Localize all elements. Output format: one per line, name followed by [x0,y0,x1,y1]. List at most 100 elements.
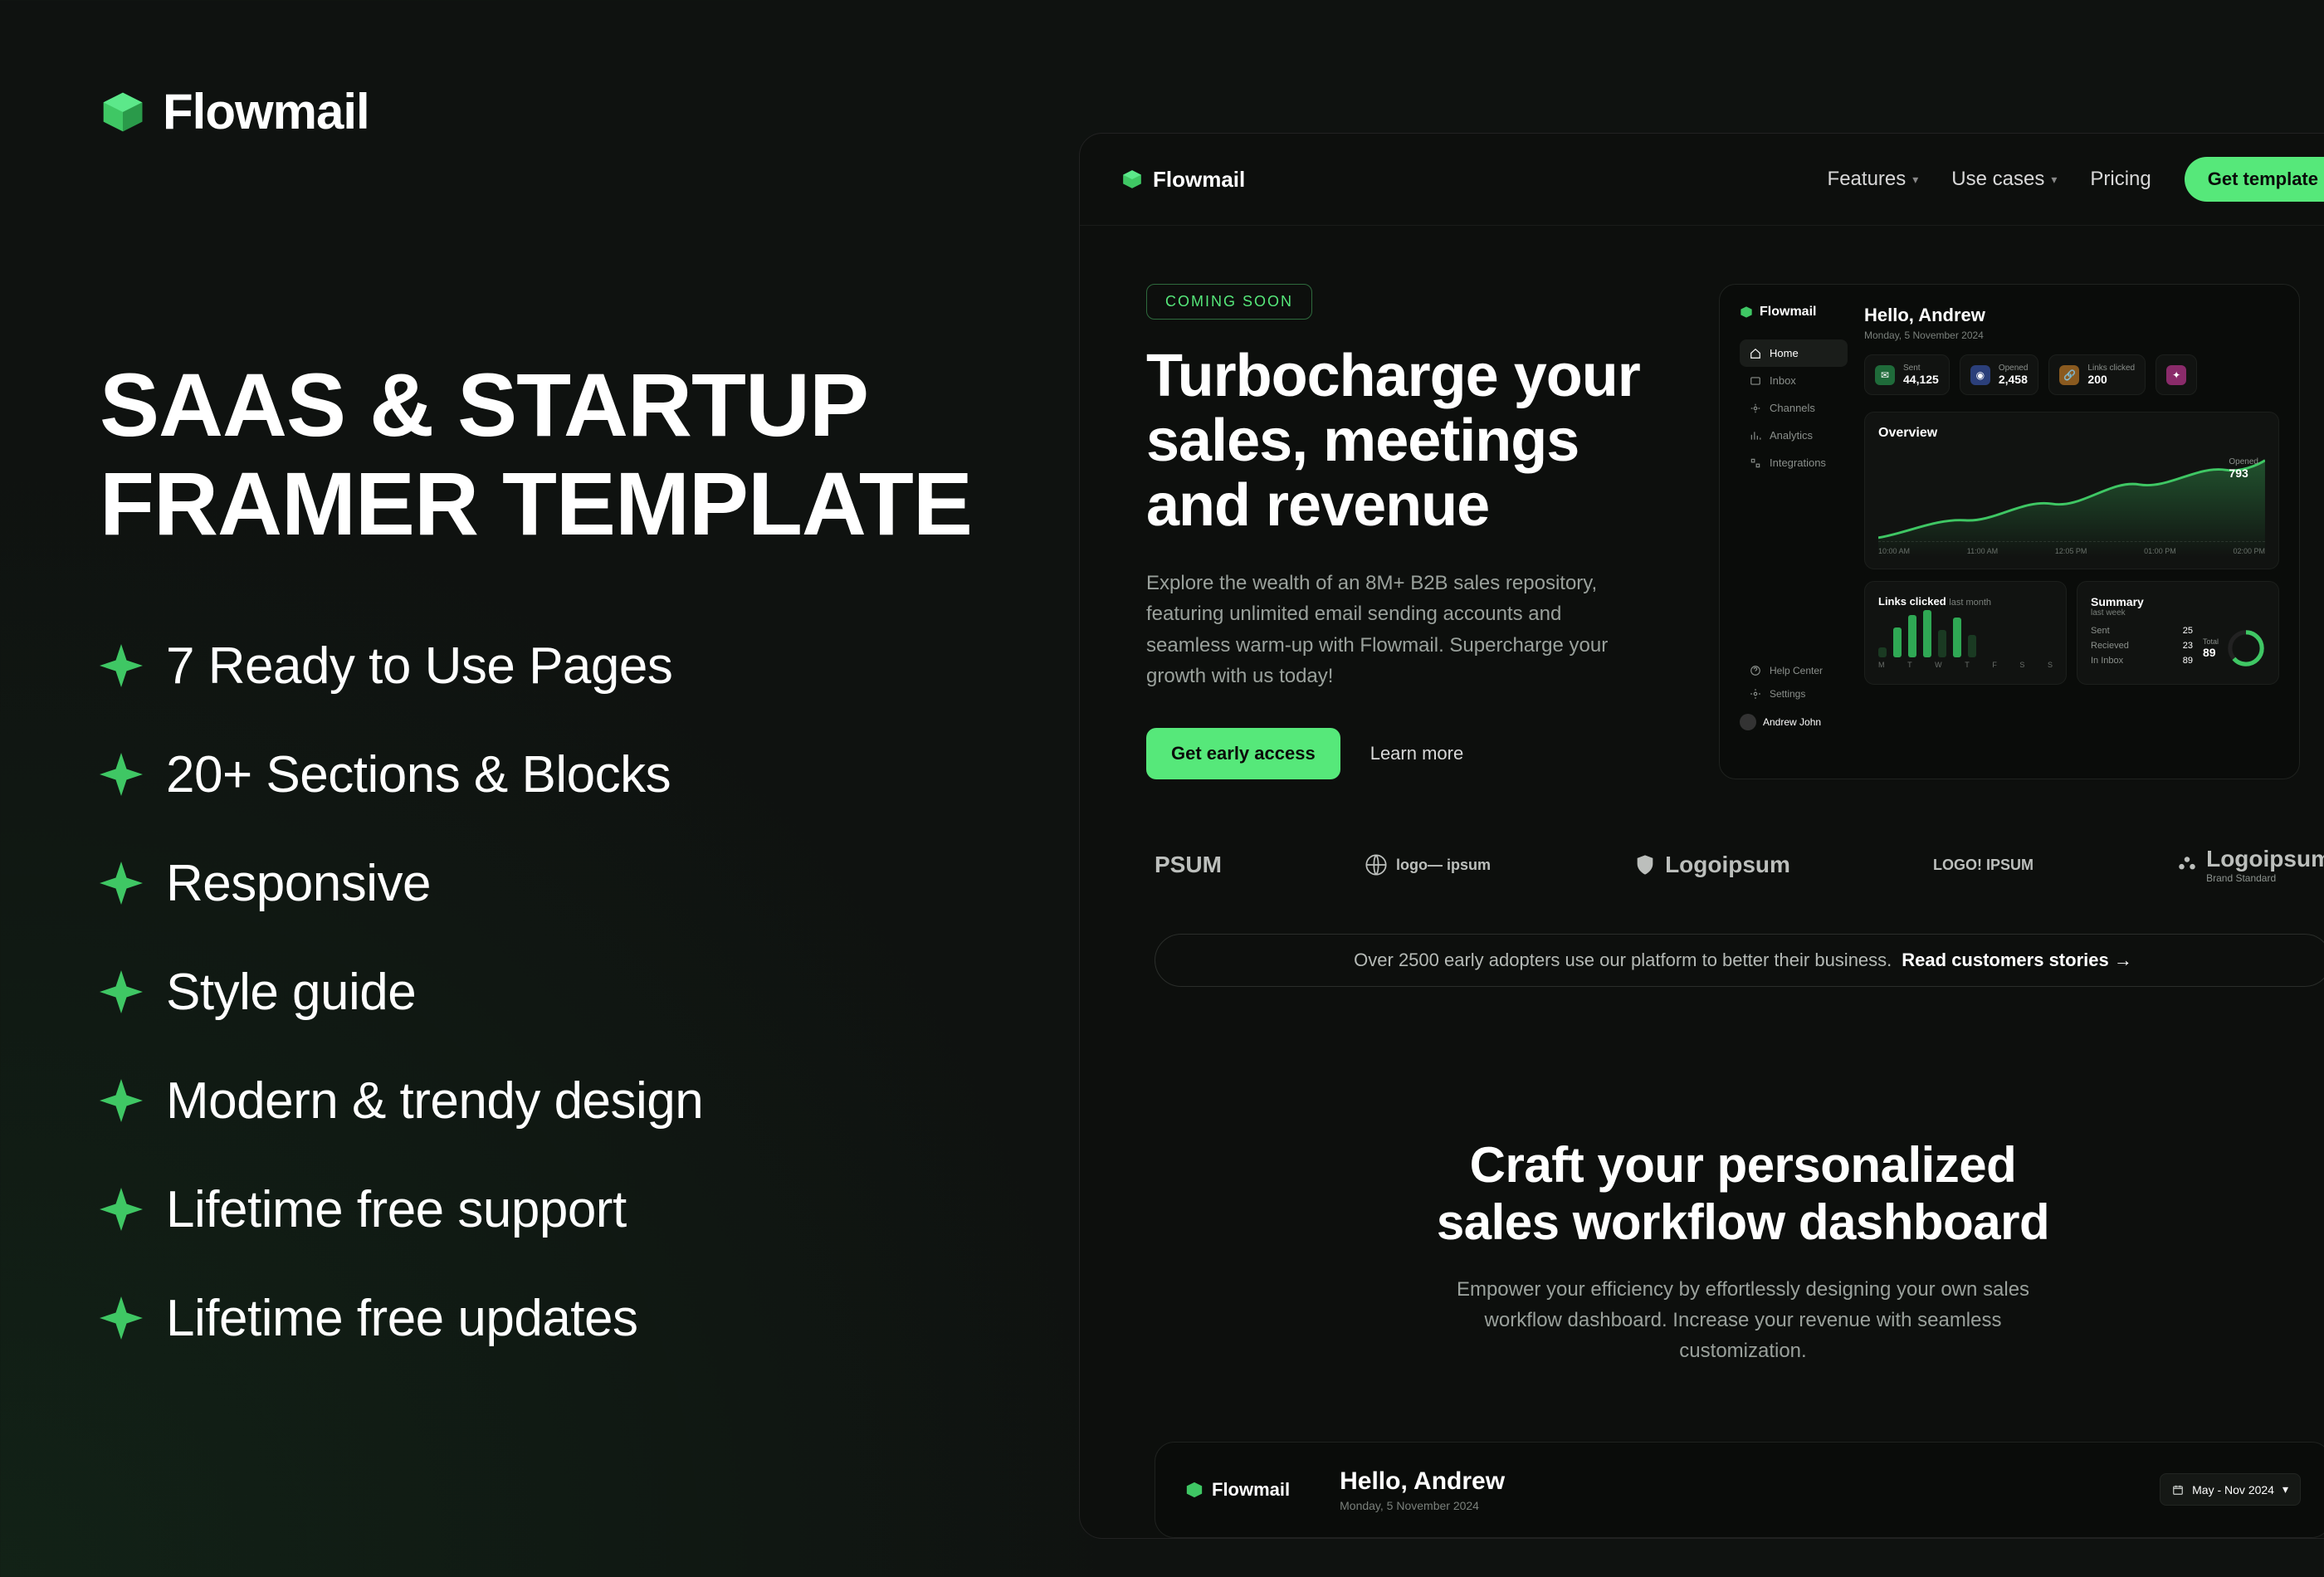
line-chart-icon [1878,451,2265,557]
bullet-item: 20+ Sections & Blocks [100,745,1013,804]
logo-item: LogoipsumBrand Standard [2176,846,2324,884]
stat-sent: ✉Sent44,125 [1864,354,1950,395]
dashboard-mock: Flowmail Home Inbox Channels Analytics I… [1719,284,2300,779]
dash2-greeting: Hello, Andrew [1340,1467,1505,1496]
flower-icon [2176,854,2198,876]
sidenav-item-help[interactable]: Help Center [1740,659,1848,682]
donut-chart-icon [2227,629,2265,667]
hero-subtitle: Explore the wealth of an 8M+ B2B sales r… [1146,568,1628,691]
stat-extra: ✦ [2156,354,2197,395]
brand-cube-icon [1185,1481,1204,1499]
sparkle-icon [100,644,143,687]
avatar [1740,714,1756,730]
template-preview: Flowmail Features▾ Use cases▾ Pricing Ge… [1079,133,2324,1539]
sidenav-item-channels[interactable]: Channels [1740,394,1848,422]
adopters-banner: Over 2500 early adopters use our platfor… [1155,934,2324,987]
get-early-access-button[interactable]: Get early access [1146,728,1340,779]
dash-date: Monday, 5 November 2024 [1864,330,2279,341]
sparkle-icon [100,1188,143,1231]
inbox-icon [1750,375,1761,387]
chevron-down-icon: ▾ [1912,173,1918,187]
sidenav-item-inbox[interactable]: Inbox [1740,367,1848,394]
bullet-item: Lifetime free support [100,1180,1013,1239]
bullet-item: Modern & trendy design [100,1072,1013,1130]
logo-item: PSUM [1155,852,1222,878]
globe-icon [1365,853,1388,876]
overview-chart: Opened793 [1878,451,2265,542]
logo-item: Logoipsum [1633,852,1790,878]
gear-icon [1750,688,1761,700]
chart-caption: Opened793 [2229,457,2258,480]
ring-label: Total89 [2203,637,2219,659]
shield-icon [1633,853,1657,876]
site-nav: Flowmail Features▾ Use cases▾ Pricing Ge… [1080,134,2324,226]
sparkle-icon [100,753,143,796]
dashboard-mock-2: Flowmail Hello, Andrew Monday, 5 Novembe… [1155,1442,2324,1538]
summary-row: Recieved23 [2091,641,2193,651]
learn-more-link[interactable]: Learn more [1370,743,1464,764]
sidenav-item-home[interactable]: Home [1740,339,1848,367]
nav-cta-button[interactable]: Get template→ [2185,157,2324,202]
stat-row: ✉Sent44,125 ◉Opened2,458 🔗Links clicked2… [1864,354,2279,395]
title-line-1: SAAS & STARTUP [100,354,868,455]
summary-card: Summary last week Sent25 Recieved23 In I… [2077,581,2279,685]
stat-links-clicked: 🔗Links clicked200 [2048,354,2146,395]
summary-row: Sent25 [2091,626,2193,636]
dash-sidenav: Home Inbox Channels Analytics Integratio… [1740,339,1848,476]
links-title: Links clicked last month [1878,595,2053,608]
sidenav-item-settings[interactable]: Settings [1740,682,1848,706]
title-line-2: FRAMER TEMPLATE [100,453,972,554]
hero-title: Turbocharge your sales, meetings and rev… [1146,344,1686,538]
sparkle-icon [100,970,143,1013]
bar [1968,635,1976,657]
nav-brand[interactable]: Flowmail [1121,167,1245,193]
nav-brand-name: Flowmail [1153,167,1245,193]
analytics-icon [1750,430,1761,442]
integrations-icon [1750,457,1761,469]
dash-brand: Flowmail [1740,305,1848,320]
bar [1923,610,1931,657]
sidenav-item-integrations[interactable]: Integrations [1740,449,1848,476]
dash-user[interactable]: Andrew John [1740,714,1848,730]
dash2-brand: Flowmail [1185,1479,1290,1501]
bar [1878,647,1887,657]
bar-chart [1878,608,2053,657]
bar [1938,630,1946,657]
bullet-item: Style guide [100,963,1013,1022]
extra-icon: ✦ [2166,365,2186,385]
channels-icon [1750,403,1761,414]
date-range-picker[interactable]: May - Nov 2024 ▾ [2160,1473,2301,1506]
section2-title: Craft your personalized sales workflow d… [1179,1136,2307,1251]
brand-name: Flowmail [163,83,369,140]
read-stories-link[interactable]: Read customers stories → [1902,950,2132,971]
opened-icon: ◉ [1970,365,1990,385]
help-icon [1750,665,1761,676]
summary-row: In Inbox89 [2091,656,2193,666]
overview-card: Overview Opened793 10:00 AM 11:00 AM 12:… [1864,412,2279,569]
home-icon [1750,348,1761,359]
stat-opened: ◉Opened2,458 [1960,354,2039,395]
bar [1908,615,1916,657]
bar [1953,618,1961,657]
bullet-item: 7 Ready to Use Pages [100,637,1013,696]
logo-strip: PSUM logo— ipsum Logoipsum LOGO! IPSUM L… [1080,779,2324,917]
nav-link-pricing[interactable]: Pricing [2090,168,2151,191]
overview-title: Overview [1878,426,2265,441]
dash2-date: Monday, 5 November 2024 [1340,1499,1505,1512]
chevron-down-icon: ▾ [2282,1482,2288,1496]
link-icon: 🔗 [2059,365,2079,385]
feature-bullets: 7 Ready to Use Pages 20+ Sections & Bloc… [100,637,1013,1348]
links-clicked-card: Links clicked last month MTWTFSS [1864,581,2067,685]
nav-link-features[interactable]: Features▾ [1828,168,1919,191]
sparkle-icon [100,862,143,905]
sparkle-icon [100,1296,143,1340]
summary-sub: last week [2091,608,2265,618]
brand-cube-icon [1121,168,1143,190]
coming-soon-badge: COMING SOON [1146,284,1312,320]
logo-item: logo— ipsum [1365,853,1491,876]
sidenav-item-analytics[interactable]: Analytics [1740,422,1848,449]
chevron-down-icon: ▾ [2051,173,2057,187]
nav-link-use-cases[interactable]: Use cases▾ [1951,168,2057,191]
brand-cube-icon [1740,305,1753,319]
sparkle-icon [100,1079,143,1122]
